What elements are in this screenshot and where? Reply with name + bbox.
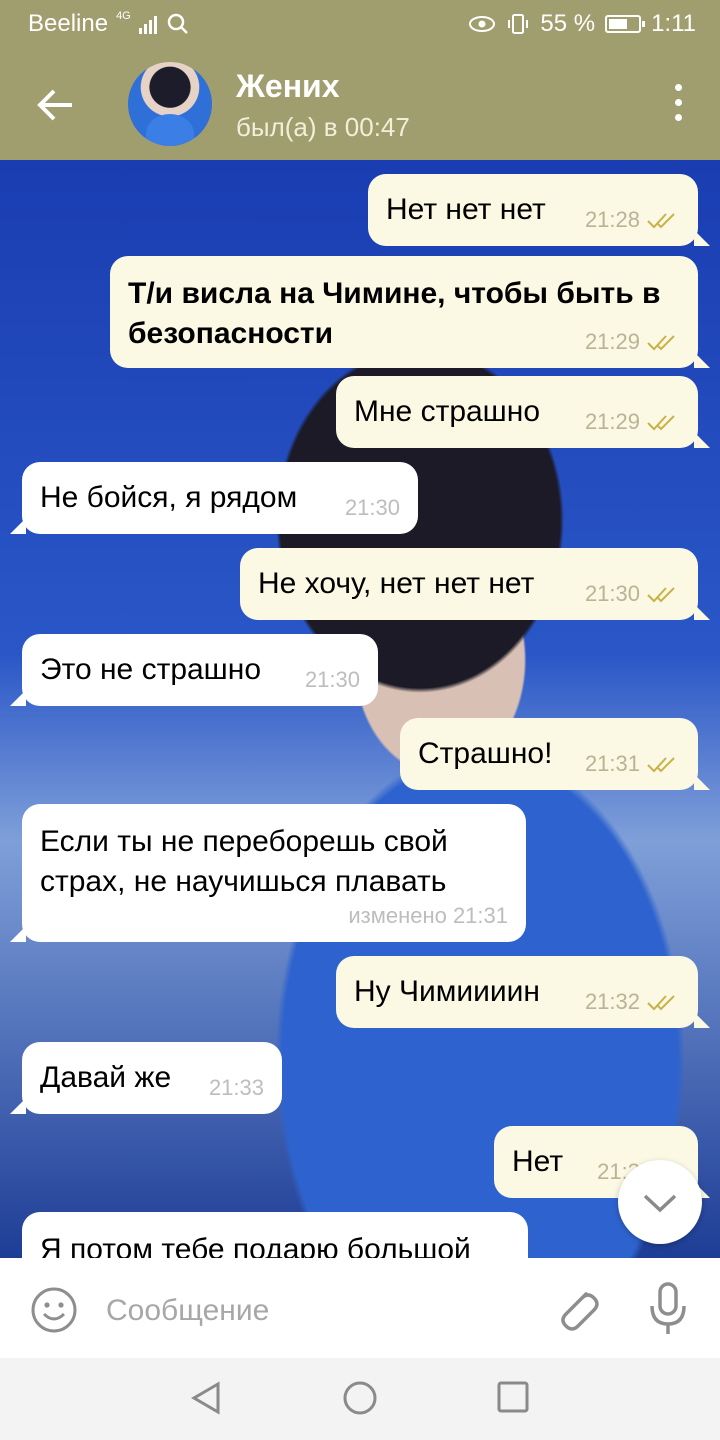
microphone-icon[interactable]: [646, 1280, 690, 1338]
message-bubble[interactable]: Т/и висла на Чимине, чтобы быть в безопа…: [110, 256, 710, 368]
network-type: 4G: [116, 10, 131, 22]
message-meta: 21:30: [345, 488, 400, 528]
battery-percent: 55 %: [540, 10, 596, 37]
message-text: Если ты не переборешь свой страх, не нау…: [40, 825, 448, 898]
message-time: 21:29: [584, 409, 640, 434]
battery-icon: [605, 15, 646, 33]
message-time: 21:32: [584, 989, 640, 1014]
message-time: 21:28: [584, 207, 640, 232]
system-nav-bar: [0, 1358, 720, 1440]
message-bubble[interactable]: Страшно! 21:31: [400, 718, 710, 790]
avatar[interactable]: [128, 62, 212, 146]
status-left: Beeline 4G: [28, 10, 189, 38]
smile-icon[interactable]: [30, 1286, 78, 1334]
message-input[interactable]: [104, 1286, 528, 1336]
message-bubble[interactable]: Давай же 21:33: [10, 1042, 282, 1114]
carrier-label: Beeline: [28, 10, 109, 37]
message-bubble[interactable]: Нет нет нет 21:28: [368, 174, 710, 246]
message-time: 21:33: [208, 1075, 264, 1100]
message-meta: 21:32: [585, 982, 680, 1022]
last-seen-status: был(а) в 00:47: [236, 112, 410, 142]
double-check-icon: [647, 995, 675, 1011]
double-check-icon: [647, 213, 675, 229]
message-time: 21:30: [344, 495, 400, 520]
chat-header: Жених был(а) в 00:47: [0, 48, 720, 160]
message-bubble[interactable]: Мне страшно 21:29: [336, 376, 710, 448]
vibrate-icon: [508, 14, 529, 34]
message-time: 21:30: [304, 667, 360, 692]
message-meta: 21:29: [585, 322, 680, 362]
message-input-bar: [0, 1258, 720, 1358]
message-bubble[interactable]: Это не страшно 21:30: [10, 634, 378, 706]
message-time: 21:29: [584, 329, 640, 354]
double-check-icon: [647, 587, 675, 603]
message-time: 21:30: [584, 581, 640, 606]
message-bubble[interactable]: Не бойся, я рядом 21:30: [10, 462, 418, 534]
status-right: 55 % 1:11: [468, 10, 696, 38]
nav-recent-apps-icon[interactable]: [496, 1380, 530, 1414]
message-meta: изменено 21:31: [348, 896, 508, 936]
message-bubble[interactable]: Ну Чимиииин 21:32: [336, 956, 710, 1028]
search-icon: [167, 13, 188, 34]
nav-home-icon[interactable]: [342, 1380, 378, 1416]
message-bubble[interactable]: Если ты не переборешь свой страх, не нау…: [10, 804, 526, 942]
scroll-down-button[interactable]: [618, 1160, 702, 1244]
message-meta: 21:29: [585, 402, 680, 442]
double-check-icon: [647, 415, 675, 431]
signal-icon: [138, 14, 159, 34]
message-bubble[interactable]: Я потом тебе подарю большой: [22, 1212, 528, 1258]
paperclip-icon[interactable]: [552, 1282, 602, 1336]
clock: 1:11: [651, 10, 696, 37]
chat-messages[interactable]: Нет нет нет 21:28 Т/и висла на Чимине, ч…: [0, 160, 720, 1258]
double-check-icon: [647, 757, 675, 773]
message-meta: 21:28: [585, 200, 680, 240]
message-meta: 21:33: [209, 1068, 264, 1108]
chevron-down-icon: [643, 1194, 677, 1213]
double-check-icon: [647, 335, 675, 351]
message-time: изменено 21:31: [348, 903, 508, 928]
message-text: Я потом тебе подарю большой: [40, 1233, 471, 1258]
message-bubble[interactable]: Не хочу, нет нет нет 21:30: [240, 548, 710, 620]
arrow-left-icon[interactable]: [30, 80, 80, 130]
eye-icon: [469, 16, 496, 32]
message-meta: 21:31: [585, 744, 680, 784]
message-meta: 21:30: [305, 660, 360, 700]
status-bar: Beeline 4G 55 % 1:11: [0, 0, 720, 48]
message-time: 21:31: [584, 751, 640, 776]
message-meta: 21:30: [585, 574, 680, 614]
contact-name[interactable]: Жених: [236, 68, 340, 105]
nav-back-icon[interactable]: [188, 1380, 224, 1416]
kebab-menu-icon[interactable]: [666, 84, 690, 128]
